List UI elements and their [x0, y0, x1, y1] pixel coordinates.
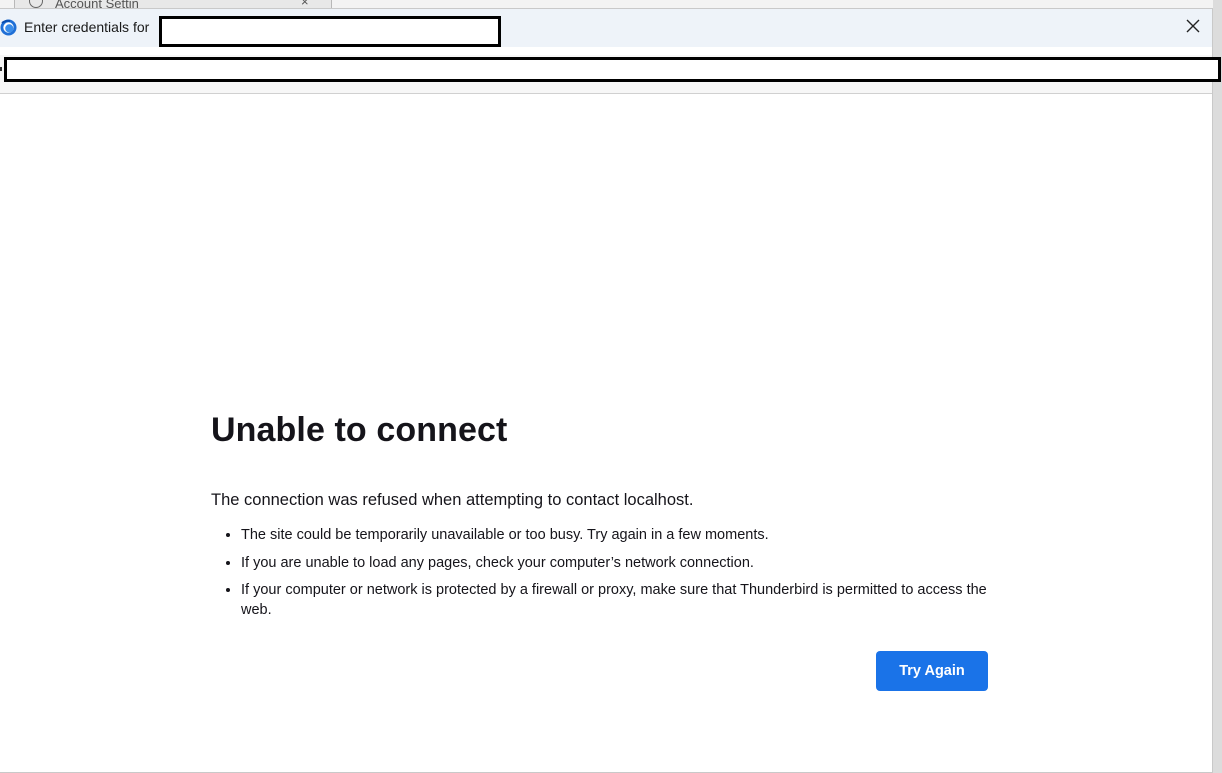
list-item: If you are unable to load any pages, che… [241, 553, 991, 573]
thunderbird-icon [0, 19, 17, 36]
try-again-button[interactable]: Try Again [876, 651, 988, 691]
error-description: The connection was refused when attempti… [211, 491, 694, 509]
redacted-title-box [159, 16, 501, 47]
window-edge [1213, 0, 1222, 773]
dialog-title: Enter credentials for [24, 19, 150, 35]
redacted-url-box [4, 57, 1221, 82]
url-indicator-icon [0, 67, 2, 71]
close-button[interactable] [1178, 14, 1208, 42]
error-content: Unable to connect The connection was ref… [211, 410, 991, 628]
error-title: Unable to connect [211, 411, 508, 449]
list-item: If your computer or network is protected… [241, 580, 991, 620]
close-icon [1186, 19, 1200, 38]
list-item: The site could be temporarily unavailabl… [241, 525, 991, 545]
settings-icon [29, 0, 43, 8]
url-bar [0, 55, 1221, 94]
error-suggestions: The site could be temporarily unavailabl… [211, 525, 991, 620]
dialog-titlebar: Enter credentials for [0, 9, 1212, 47]
credentials-dialog: Enter credentials for [0, 8, 1221, 773]
